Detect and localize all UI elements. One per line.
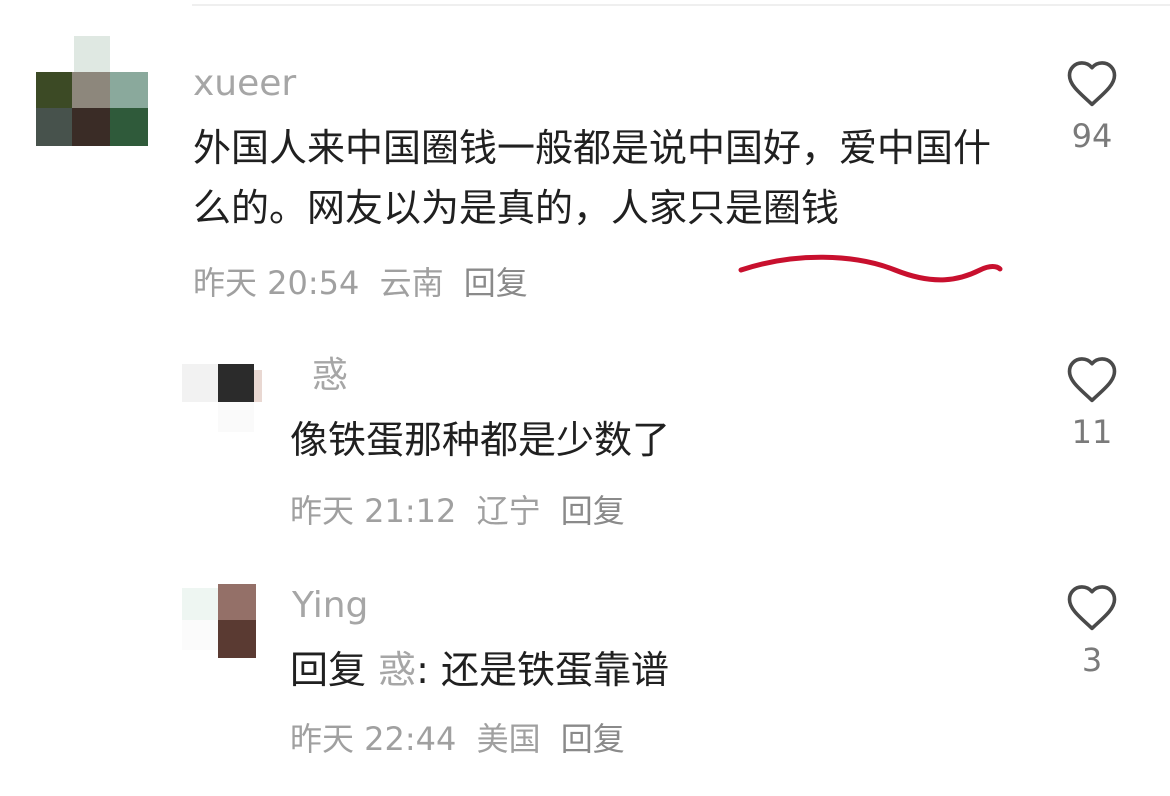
username[interactable]: xueer xyxy=(193,64,296,104)
top-divider xyxy=(192,4,1170,6)
comment-time: 昨天 22:44 xyxy=(290,720,457,758)
username[interactable]: Ying xyxy=(292,586,368,626)
comment-time: 昨天 20:54 xyxy=(193,264,360,302)
like-button[interactable]: 3 xyxy=(1052,582,1132,678)
reply-button[interactable]: 回复 xyxy=(561,492,625,530)
heart-outline-icon xyxy=(1067,61,1117,107)
comment-meta: 昨天 21:12 辽宁 回复 xyxy=(290,491,635,531)
reply-prefix: 回复 xyxy=(290,648,367,692)
comment-meta: 昨天 20:54 云南 回复 xyxy=(193,263,538,303)
reply-button[interactable]: 回复 xyxy=(561,720,625,758)
avatar[interactable] xyxy=(36,36,156,148)
comment-meta: 昨天 22:44 美国 回复 xyxy=(290,719,635,759)
like-count: 3 xyxy=(1081,641,1103,679)
comment-text-content: : 还是铁蛋靠谱 xyxy=(416,648,670,692)
comment-text: 外国人来中国圈钱一般都是说中国好，爱中国什么的。网友以为是真的，人家只是圈钱 xyxy=(193,126,992,230)
comment-text: 回复 惑: 还是铁蛋靠谱 xyxy=(290,640,1010,700)
red-underline-annotation xyxy=(738,254,1003,283)
avatar[interactable] xyxy=(182,584,266,660)
reply-target-username[interactable]: 惑 xyxy=(378,648,416,692)
comment-location: 辽宁 xyxy=(476,492,541,530)
like-count: 11 xyxy=(1071,413,1113,451)
username[interactable]: 惑 xyxy=(312,356,348,396)
comment-location: 云南 xyxy=(379,264,444,302)
avatar[interactable] xyxy=(182,362,266,442)
reply-button[interactable]: 回复 xyxy=(464,264,528,302)
like-button[interactable]: 11 xyxy=(1052,354,1132,450)
comment-location: 美国 xyxy=(476,720,541,758)
comment-text: 像铁蛋那种都是少数了 xyxy=(290,418,671,462)
heart-outline-icon xyxy=(1067,585,1117,631)
comment-time: 昨天 21:12 xyxy=(290,492,457,530)
like-button[interactable]: 94 xyxy=(1052,58,1132,154)
heart-outline-icon xyxy=(1067,357,1117,403)
like-count: 94 xyxy=(1071,117,1113,155)
